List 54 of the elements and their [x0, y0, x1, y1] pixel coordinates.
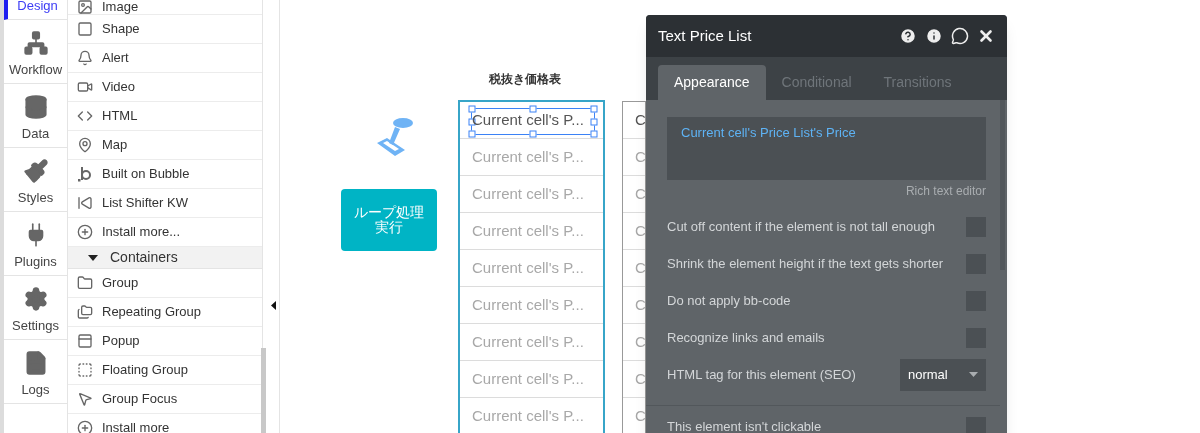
element-item[interactable]: List Shifter KW: [68, 189, 262, 218]
comment-icon[interactable]: [951, 27, 969, 45]
info-icon[interactable]: [925, 27, 943, 45]
option-label: HTML tag for this element (SEO): [667, 365, 856, 384]
panel-tab[interactable]: Appearance: [658, 65, 766, 100]
sitemap-icon: [22, 29, 49, 56]
skip-back-icon: [77, 195, 93, 211]
folders-icon: [77, 304, 93, 320]
b-logo-icon: [78, 166, 92, 182]
help-icon[interactable]: [899, 27, 917, 45]
resize-handle[interactable]: [529, 105, 537, 113]
nav-tab[interactable]: Settings: [4, 276, 67, 340]
option-label: Shrink the element height if the text gets shorter: [667, 254, 944, 273]
paintbrush-icon: [22, 157, 49, 184]
close-icon[interactable]: [977, 27, 995, 45]
tag-dropdown[interactable]: normal: [900, 358, 986, 391]
popup-icon: [77, 333, 93, 349]
element-item[interactable]: Built on Bubble: [68, 160, 262, 189]
nav-tab[interactable]: Logs: [4, 340, 67, 404]
stamp-icon: [375, 117, 415, 159]
table-cell[interactable]: Current cell's P...: [460, 102, 603, 139]
caret-icon: [88, 254, 98, 261]
nav-tab[interactable]: Data: [4, 84, 67, 148]
bell-icon: [77, 50, 93, 66]
category-header[interactable]: Containers: [68, 247, 262, 269]
option-label: This element isn't clickable: [667, 417, 822, 433]
option-label: Cut off content if the element is not tall enough: [667, 217, 935, 236]
nav-tab[interactable]: Plugins: [4, 212, 67, 276]
scrollbar[interactable]: [1000, 100, 1005, 270]
caret-icon: [969, 372, 978, 377]
option-label: Recognize links and emails: [667, 328, 825, 347]
table-title: 税抜き価格表: [489, 71, 561, 88]
map-pin-icon: [77, 137, 93, 153]
element-item[interactable]: Image: [68, 0, 262, 15]
square-icon: [77, 21, 93, 37]
scrollbar[interactable]: [261, 348, 266, 433]
element-item[interactable]: Shape: [68, 15, 262, 44]
plus-circle-icon: [77, 224, 93, 240]
nav-tab[interactable]: Workflow: [4, 20, 67, 84]
table-cell[interactable]: C: [623, 102, 645, 139]
code-icon: [77, 108, 93, 124]
panel-title: Text Price List: [658, 25, 753, 46]
floating-group-icon: [77, 362, 93, 378]
gear-icon: [22, 285, 49, 312]
database-icon: [22, 93, 49, 120]
text-content-field[interactable]: Current cell's Price List's Price: [667, 117, 986, 180]
nav-tab[interactable]: Styles: [4, 148, 67, 212]
option-label: Do not apply bb-code: [667, 291, 791, 310]
resize-handle[interactable]: [529, 130, 537, 138]
image-icon: [77, 0, 93, 15]
collapse-arrow-icon[interactable]: [271, 301, 276, 310]
video-icon: [77, 79, 93, 95]
folder-icon: [77, 275, 93, 291]
pointer-icon: [77, 391, 93, 407]
